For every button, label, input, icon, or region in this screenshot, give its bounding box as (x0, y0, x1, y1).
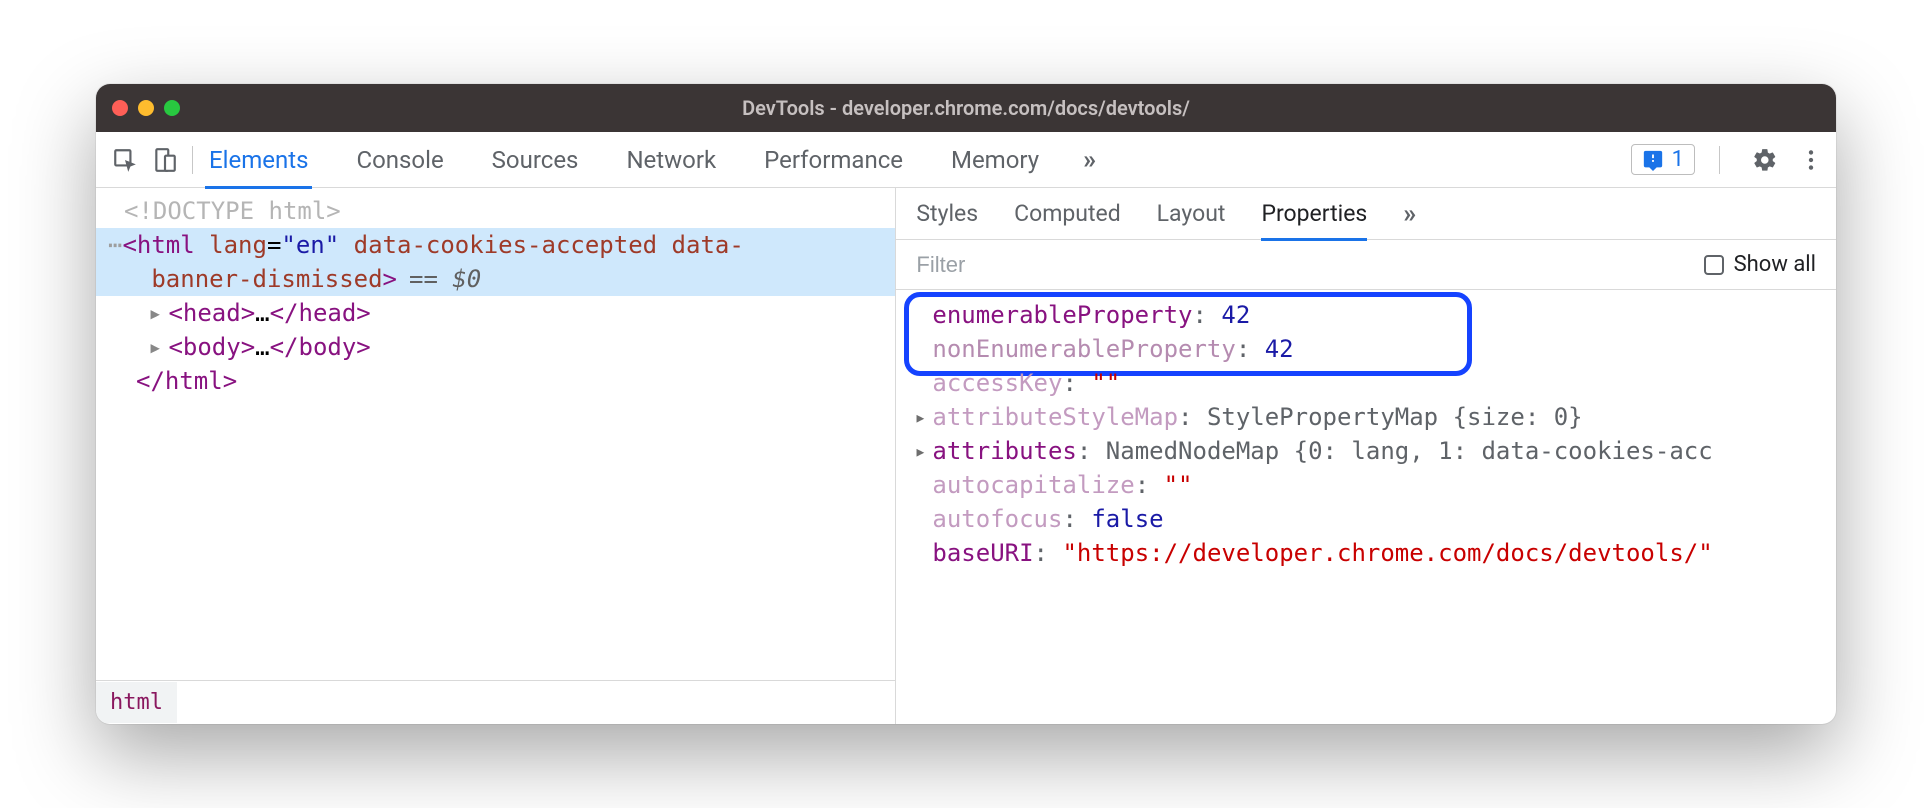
properties-filter-row: Show all (896, 240, 1836, 290)
sidebar-pane-tabs: Styles Computed Layout Properties » (896, 188, 1836, 240)
window-maximize-button[interactable] (164, 100, 180, 116)
toolbar-separator (192, 146, 193, 174)
dom-tag-close-bracket: > (383, 265, 397, 293)
more-tabs-icon[interactable]: » (1083, 145, 1093, 175)
property-row[interactable]: nonEnumerableProperty: 42 (914, 332, 1836, 366)
elements-panel: <!DOCTYPE html> ⋯<html lang="en" data-co… (96, 188, 896, 724)
inspect-element-icon[interactable] (108, 143, 142, 177)
devtools-window: DevTools - developer.chrome.com/docs/dev… (96, 84, 1836, 724)
property-row[interactable]: autocapitalize: "" (914, 468, 1836, 502)
window-close-button[interactable] (112, 100, 128, 116)
window-titlebar: DevTools - developer.chrome.com/docs/dev… (96, 84, 1836, 132)
property-value: StylePropertyMap {size: 0} (1207, 403, 1583, 431)
hidden-nodes-indicator: ⋯ (108, 231, 122, 259)
panel-body: <!DOCTYPE html> ⋯<html lang="en" data-co… (96, 188, 1836, 724)
property-key: attributes (932, 437, 1077, 465)
tab-elements[interactable]: Elements (205, 132, 312, 188)
tab-memory[interactable]: Memory (947, 132, 1043, 188)
more-panes-icon[interactable]: » (1403, 199, 1413, 229)
properties-list[interactable]: enumerableProperty: 42 nonEnumerableProp… (896, 290, 1836, 724)
property-value: "" (1164, 471, 1193, 499)
main-panel-tabs: Elements Console Sources Network Perform… (205, 132, 1093, 188)
property-key: nonEnumerableProperty (932, 335, 1235, 363)
tab-console[interactable]: Console (352, 132, 447, 188)
property-value: "" (1091, 369, 1120, 397)
dom-tree[interactable]: <!DOCTYPE html> ⋯<html lang="en" data-co… (96, 188, 895, 680)
tab-layout[interactable]: Layout (1157, 188, 1226, 240)
dom-attr-banner-dismissed: banner-dismissed (151, 265, 382, 293)
property-row[interactable]: autofocus: false (914, 502, 1836, 536)
dom-html-open[interactable]: ⋯<html lang="en" data-cookies-accepted d… (96, 228, 895, 296)
property-row[interactable]: attributeStyleMap: StylePropertyMap {siz… (914, 400, 1836, 434)
property-key: accessKey (932, 369, 1062, 397)
tab-styles[interactable]: Styles (916, 188, 978, 240)
device-toolbar-icon[interactable] (148, 143, 182, 177)
property-value: false (1091, 505, 1163, 533)
show-all-label: Show all (1734, 252, 1816, 277)
properties-filter-input[interactable] (916, 252, 1703, 278)
window-minimize-button[interactable] (138, 100, 154, 116)
kebab-menu-icon[interactable] (1798, 147, 1824, 173)
tab-computed[interactable]: Computed (1014, 188, 1121, 240)
property-value: "https://developer.chrome.com/docs/devto… (1062, 539, 1712, 567)
property-row[interactable]: attributes: NamedNodeMap {0: lang, 1: da… (914, 434, 1836, 468)
settings-gear-icon[interactable] (1752, 147, 1778, 173)
main-toolbar: Elements Console Sources Network Perform… (96, 132, 1836, 188)
dom-html-close[interactable]: </html> (96, 364, 895, 398)
property-value: 42 (1265, 335, 1294, 363)
expand-toggle-icon[interactable]: ▸ (148, 299, 162, 327)
window-title: DevTools - developer.chrome.com/docs/dev… (96, 96, 1836, 120)
breadcrumb-item-html[interactable]: html (96, 682, 177, 723)
property-key: attributeStyleMap (932, 403, 1178, 431)
breadcrumb-bar: html (96, 680, 895, 724)
sidebar-panel: Styles Computed Layout Properties » Show… (896, 188, 1836, 724)
property-row[interactable]: baseURI: "https://developer.chrome.com/d… (914, 536, 1836, 570)
property-key: enumerableProperty (932, 301, 1192, 329)
property-row[interactable]: enumerableProperty: 42 (914, 298, 1836, 332)
dom-body[interactable]: ▸<body>…</body> (96, 330, 895, 364)
issues-count: 1 (1672, 147, 1684, 172)
property-key: baseURI (932, 539, 1033, 567)
toolbar-separator (1719, 146, 1720, 174)
property-key: autofocus (932, 505, 1062, 533)
tab-properties[interactable]: Properties (1261, 188, 1367, 240)
tab-network[interactable]: Network (622, 132, 720, 188)
show-all-checkbox[interactable] (1704, 255, 1724, 275)
window-controls (112, 100, 180, 116)
show-all-toggle[interactable]: Show all (1704, 252, 1816, 277)
property-key: autocapitalize (932, 471, 1134, 499)
property-value: 42 (1221, 301, 1250, 329)
tab-sources[interactable]: Sources (488, 132, 583, 188)
property-value: NamedNodeMap {0: lang, 1: data-cookies-a… (1106, 437, 1713, 465)
tab-performance[interactable]: Performance (760, 132, 907, 188)
issues-badge[interactable]: 1 (1631, 144, 1695, 175)
dom-head[interactable]: ▸<head>…</head> (96, 296, 895, 330)
expand-toggle-icon[interactable]: ▸ (148, 333, 162, 361)
dom-doctype[interactable]: <!DOCTYPE html> (96, 194, 895, 228)
selected-node-marker: == $0 (397, 265, 481, 293)
property-row[interactable]: accessKey: "" (914, 366, 1836, 400)
